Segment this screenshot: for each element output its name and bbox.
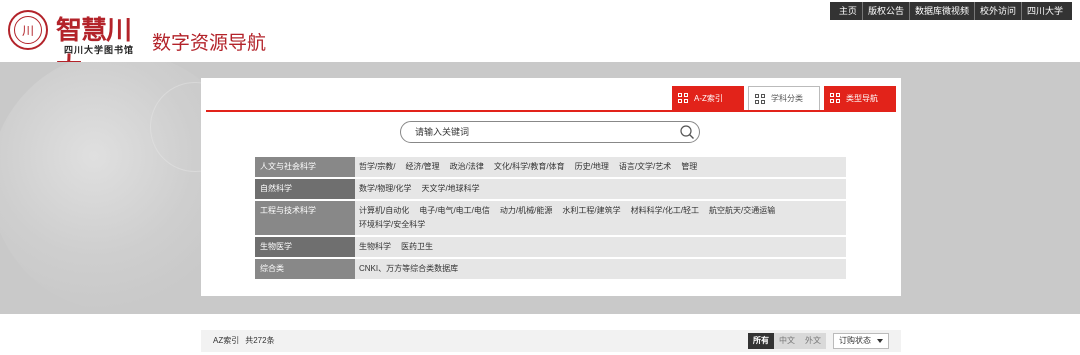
subject-link[interactable]: 电子/电气/电工/电信 [419, 205, 490, 216]
lang-foreign-button[interactable]: 外文 [800, 333, 826, 349]
topnav-scu[interactable]: 四川大学 [1020, 2, 1068, 20]
category-row: 工程与技术科学 计算机/自动化 电子/电气/电工/电信 动力/机械/能源 水利工程/建筑… [255, 201, 846, 235]
page-title: 数字资源导航 [152, 33, 267, 54]
tab-underline [206, 110, 896, 112]
subject-link[interactable]: 政治/法律 [450, 161, 484, 172]
seal-char: 川 [14, 16, 42, 44]
lang-chinese-button[interactable]: 中文 [774, 333, 800, 349]
grid-icon [678, 93, 688, 103]
subject-link[interactable]: 材料科学/化工/轻工 [631, 205, 699, 216]
subject-link[interactable]: 文化/科学/教育/体育 [494, 161, 565, 172]
tab-az-index[interactable]: A-Z索引 [672, 86, 744, 110]
category-label[interactable]: 人文与社会科学 [255, 157, 355, 177]
category-items: 数学/物理/化学 天文学/地球科学 [355, 179, 846, 199]
language-filter: 所有 中文 外文 [748, 333, 826, 349]
category-label[interactable]: 工程与技术科学 [255, 201, 355, 235]
subject-link[interactable]: 医药卫生 [401, 241, 433, 252]
category-items: 计算机/自动化 电子/电气/电工/电信 动力/机械/能源 水利工程/建筑学 材料科学/化… [355, 201, 846, 235]
tab-subject[interactable]: 学科分类 [748, 86, 820, 110]
grid-icon [755, 93, 765, 104]
category-row: 综合类 CNKI、万方等综合类数据库 [255, 259, 846, 279]
subject-link[interactable]: 计算机/自动化 [359, 205, 409, 216]
category-row: 生物医学 生物科学 医药卫生 [255, 237, 846, 257]
subject-link[interactable]: 生物科学 [359, 241, 391, 252]
subject-link[interactable]: 环境科学/安全科学 [359, 219, 425, 230]
tab-type[interactable]: 类型导航 [824, 86, 896, 110]
az-summary: AZ索引 共272条 [213, 335, 275, 346]
tab-label: A-Z索引 [694, 93, 723, 103]
library-logo[interactable]: 智慧川大 四川大学图书馆 [56, 10, 140, 83]
tab-bar: A-Z索引 学科分类 类型导航 [672, 86, 896, 110]
topnav-offcampus[interactable]: 校外访问 [973, 2, 1021, 20]
header: 川 智慧川大 四川大学图书馆 数字资源导航 主页 版权公告 数据库微视频 校外访… [0, 0, 1080, 83]
search-icon[interactable] [679, 124, 695, 140]
search-box [400, 121, 700, 143]
topnav-videos[interactable]: 数据库微视频 [908, 2, 974, 20]
category-row: 人文与社会科学 哲学/宗教/经济/管理 政治/法律 文化/科学/教育/体育 历史/地理语… [255, 157, 846, 177]
az-label: AZ索引 [213, 336, 240, 345]
caret-down-icon [877, 339, 883, 343]
grid-icon [830, 93, 840, 103]
subject-link[interactable]: 天文学/地球科学 [421, 183, 479, 194]
search-input[interactable] [415, 125, 665, 139]
subject-link[interactable]: 数学/物理/化学 [359, 183, 411, 194]
category-row: 自然科学 数学/物理/化学 天文学/地球科学 [255, 179, 846, 199]
subject-categories: 人文与社会科学 哲学/宗教/经济/管理 政治/法律 文化/科学/教育/体育 历史/地理语… [255, 157, 846, 281]
logo-subtitle: 四川大学图书馆 [64, 46, 135, 56]
category-items: 哲学/宗教/经济/管理 政治/法律 文化/科学/教育/体育 历史/地理 语言/文学/艺术… [355, 157, 846, 177]
topnav-copyright[interactable]: 版权公告 [861, 2, 909, 20]
category-label[interactable]: 生物医学 [255, 237, 355, 257]
subject-link[interactable]: 语言/文学/艺术 [619, 161, 671, 172]
lang-all-button[interactable]: 所有 [748, 333, 774, 349]
result-count: 共272条 [245, 336, 275, 345]
subject-link[interactable]: 哲学/宗教/ [359, 161, 395, 172]
top-nav: 主页 版权公告 数据库微视频 校外访问 四川大学 [829, 2, 1072, 20]
subject-link[interactable]: 经济/管理 [405, 161, 439, 172]
subject-link[interactable]: CNKI、万方等综合类数据库 [359, 263, 458, 274]
order-status-label: 订购状态 [839, 336, 871, 345]
navigation-panel: A-Z索引 学科分类 类型导航 人文与社会科学哲学/宗教/经济/管理政治/法律文… [201, 78, 901, 296]
category-items: 生物科学 医药卫生 [355, 237, 846, 257]
subject-link[interactable]: 动力/机械/能源 [500, 205, 552, 216]
subject-link[interactable]: 水利工程/建筑学 [562, 205, 620, 216]
subject-link[interactable]: 航空航天/交通运输 [709, 205, 775, 216]
list-toolbar: AZ索引 共272条 所有 中文 外文 订购状态 [201, 330, 901, 352]
library-seal-logo[interactable]: 川 [8, 10, 48, 50]
category-label[interactable]: 综合类 [255, 259, 355, 279]
tab-label: 学科分类 [771, 94, 803, 103]
subject-link[interactable]: 管理 [681, 161, 697, 172]
topnav-home[interactable]: 主页 [834, 2, 862, 20]
category-label[interactable]: 自然科学 [255, 179, 355, 199]
order-status-dropdown[interactable]: 订购状态 [833, 333, 889, 349]
tab-label: 类型导航 [846, 93, 878, 103]
category-items: CNKI、万方等综合类数据库 [355, 259, 846, 279]
subject-link[interactable]: 历史/地理 [575, 161, 609, 172]
